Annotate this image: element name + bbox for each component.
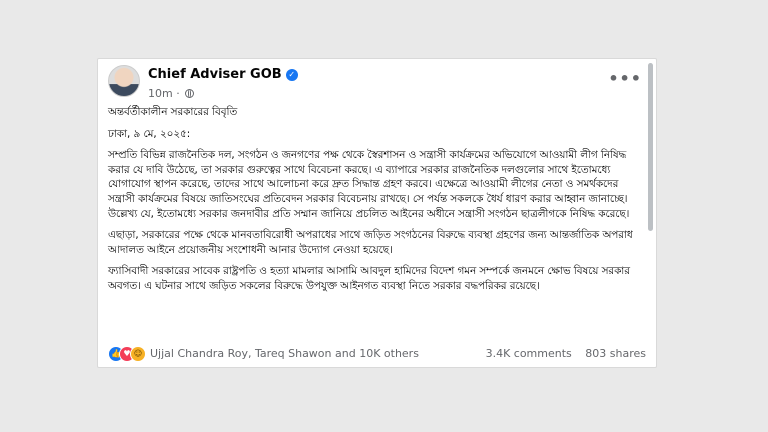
post-title: অন্তর্বর্তীকালীন সরকারের বিবৃতি	[108, 106, 238, 118]
more-options-button[interactable]: •••	[608, 69, 642, 88]
post-meta: 10m ·	[148, 87, 195, 100]
shares-count[interactable]: 803 shares	[585, 347, 646, 360]
scrollbar[interactable]	[648, 63, 653, 231]
post-paragraph: সম্প্রতি বিভিন্ন রাজনৈতিক দল, সংগঠন ও জন…	[108, 149, 630, 220]
post-paragraph: ফ্যাসিবাদী সরকারের সাবেক রাষ্ট্রপতি ও হত…	[108, 265, 630, 292]
author-name[interactable]: Chief Adviser GOB	[148, 67, 282, 82]
post-dateline: ঢাকা, ৯ মে, ২০২৫:	[108, 127, 191, 140]
post-footer: 👍 ♥ ☺ Ujjal Chandra Roy, Tareq Shawon an…	[108, 346, 650, 362]
verified-badge-icon: ✓	[285, 69, 298, 81]
engagement-counts: 3.4K comments 803 shares	[476, 347, 646, 360]
post-header: Chief Adviser GOB ✓ 10m · •••	[108, 65, 648, 101]
post-time[interactable]: 10m	[148, 87, 173, 100]
author-line: Chief Adviser GOB ✓	[148, 67, 298, 82]
post-paragraph: এছাড়া, সরকারের পক্ষে থেকে মানবতাবিরোধী …	[108, 229, 633, 256]
globe-icon	[185, 89, 195, 98]
haha-icon: ☺	[130, 346, 146, 362]
post-body: অন্তর্বর্তীকালীন সরকারের বিবৃতি ঢাকা, ৯ …	[108, 105, 646, 301]
avatar[interactable]	[108, 65, 140, 97]
reaction-names[interactable]: Ujjal Chandra Roy, Tareq Shawon and 10K …	[150, 347, 419, 360]
comments-count[interactable]: 3.4K comments	[486, 347, 572, 360]
facebook-post-card: Chief Adviser GOB ✓ 10m · ••• অন্তর্বর্তী…	[97, 58, 657, 368]
